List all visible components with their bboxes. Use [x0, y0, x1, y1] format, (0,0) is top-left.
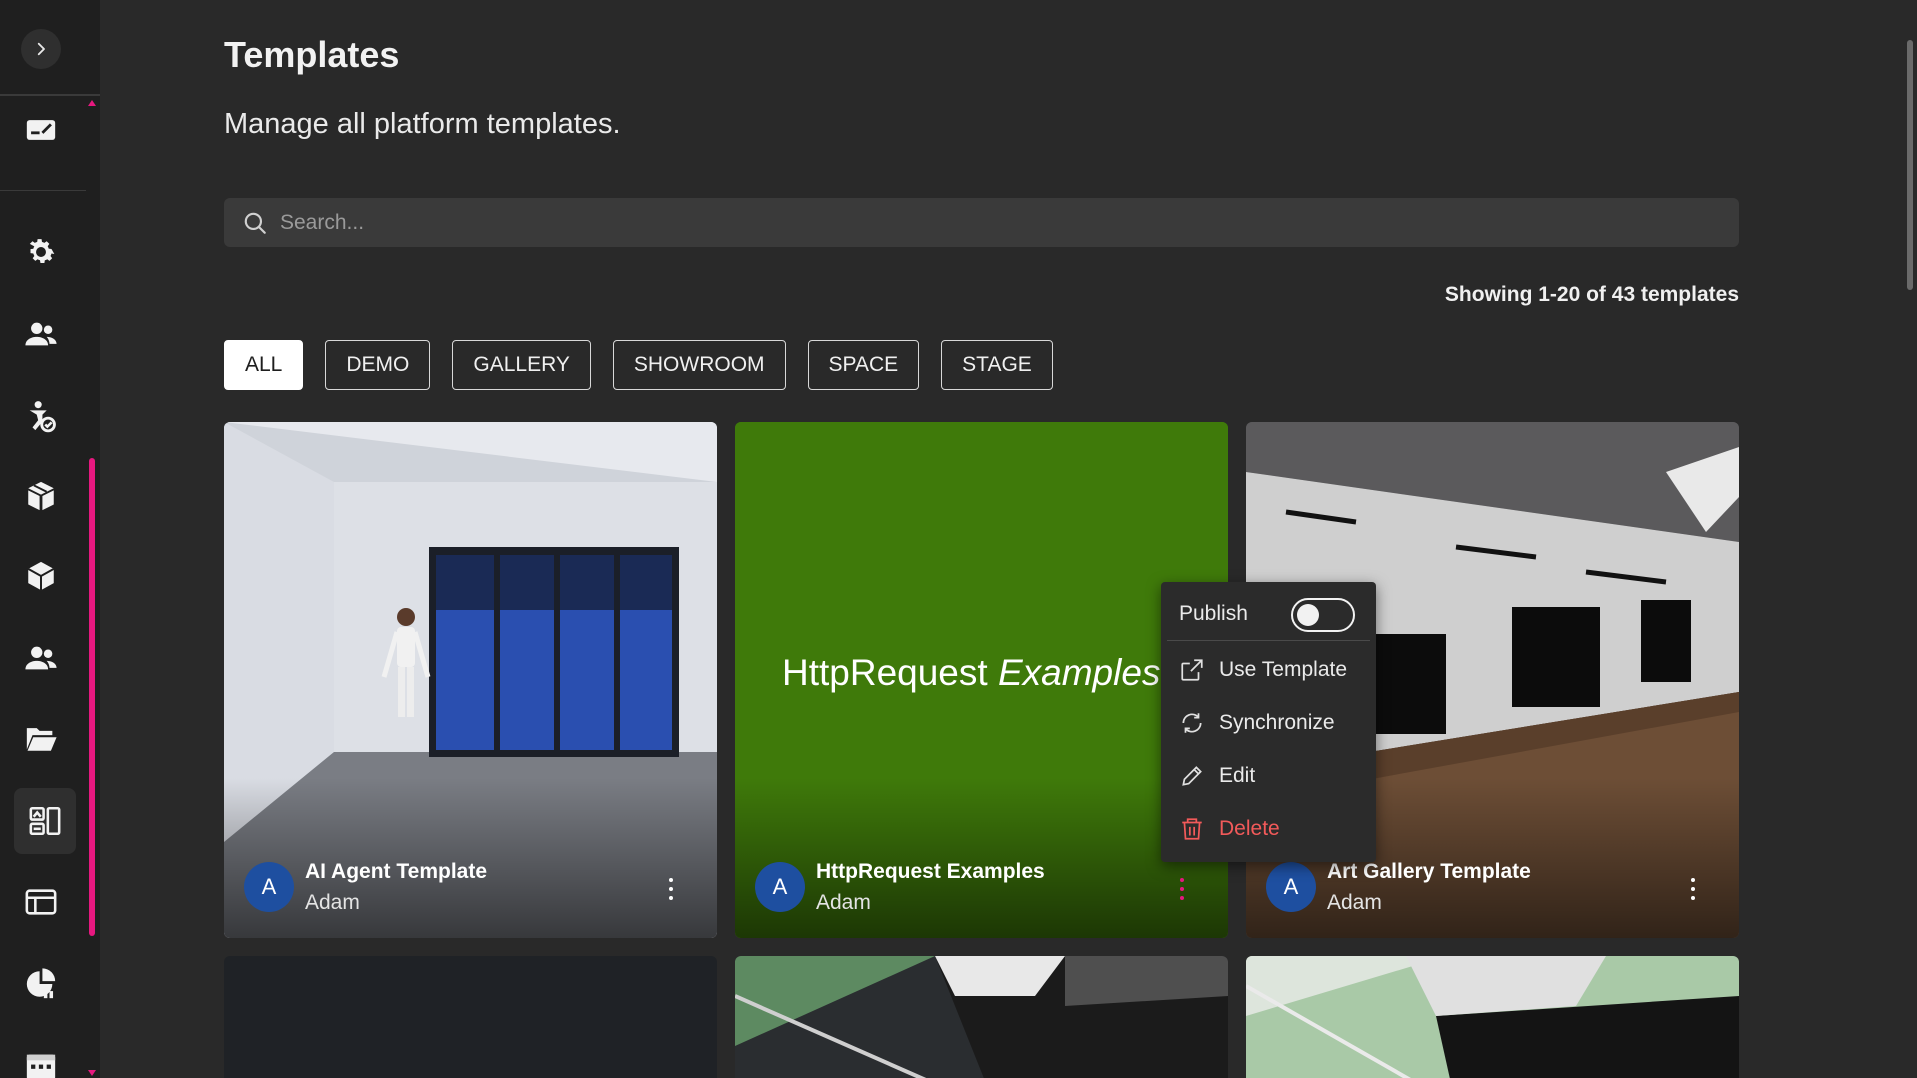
pencil-icon	[1182, 766, 1202, 786]
users-icon	[25, 322, 57, 346]
card-more-button[interactable]	[659, 874, 683, 904]
template-context-menu: Publish Use Template Synchronize Edit De…	[1161, 582, 1376, 862]
sidebar-scrollbar[interactable]	[89, 458, 95, 936]
sidebar-scroll-up-icon[interactable]	[88, 100, 96, 106]
thumbnail-title: HttpRequest Examples	[782, 652, 1161, 693]
template-card[interactable]	[1246, 956, 1739, 1078]
template-author: Adam	[305, 891, 360, 914]
sidebar-item-accessibility[interactable]	[21, 396, 61, 436]
search-input[interactable]	[280, 210, 1680, 235]
menu-item-label: Use Template	[1219, 658, 1348, 681]
template-card[interactable]	[224, 956, 717, 1078]
sidebar-item-templates[interactable]	[14, 788, 76, 854]
menu-item-synchronize[interactable]: Synchronize	[1179, 710, 1335, 736]
sidebar-item-calendar[interactable]	[21, 1046, 61, 1078]
filter-space[interactable]: SPACE	[807, 340, 920, 390]
search-icon	[244, 212, 266, 234]
trash-icon	[1182, 818, 1202, 840]
boxes-icon	[28, 481, 54, 511]
filter-chips: ALL DEMO GALLERY SHOWROOM SPACE STAGE	[224, 340, 1053, 390]
accessibility-icon	[29, 401, 56, 433]
menu-item-label: Delete	[1219, 817, 1280, 840]
card-footer-shade	[735, 778, 1228, 938]
card-more-button[interactable]	[1681, 874, 1705, 904]
page-title: Templates	[224, 34, 400, 75]
filter-showroom[interactable]: SHOWROOM	[612, 340, 786, 390]
sidebar-item-dashboard[interactable]	[21, 110, 61, 150]
menu-item-label: Edit	[1219, 764, 1256, 787]
publish-label: Publish	[1179, 602, 1248, 625]
sidebar	[0, 0, 100, 1078]
sync-icon	[1182, 713, 1202, 733]
template-author: Adam	[816, 891, 871, 914]
avatar: A	[1266, 862, 1316, 912]
sidebar-header	[0, 0, 100, 96]
group-icon	[25, 646, 57, 670]
page-scrollbar[interactable]	[1907, 40, 1913, 290]
gear-icon	[29, 239, 55, 264]
avatar: A	[755, 862, 805, 912]
menu-item-edit[interactable]: Edit	[1179, 763, 1255, 789]
sidebar-expand-button[interactable]	[21, 29, 61, 69]
sidebar-item-files[interactable]	[21, 718, 61, 758]
template-card[interactable]	[735, 956, 1228, 1078]
template-name: Art Gallery Template	[1327, 860, 1531, 883]
template-author: Adam	[1327, 891, 1382, 914]
menu-item-delete[interactable]: Delete	[1179, 816, 1280, 842]
template-name: AI Agent Template	[305, 860, 488, 883]
menu-item-label: Synchronize	[1219, 711, 1335, 734]
sidebar-scroll-down-icon[interactable]	[88, 1070, 96, 1076]
template-card[interactable]: A AI Agent Template Adam	[224, 422, 717, 938]
sidebar-item-groups[interactable]	[21, 638, 61, 678]
app-root: Templates Manage all platform templates.…	[0, 0, 1917, 1078]
card-more-button[interactable]	[1170, 874, 1194, 904]
avatar: A	[244, 862, 294, 912]
sidebar-item-layout[interactable]	[21, 882, 61, 922]
folder-open-icon	[26, 728, 57, 751]
page-subtitle: Manage all platform templates.	[224, 108, 621, 140]
filter-gallery[interactable]: GALLERY	[452, 340, 591, 390]
filter-demo[interactable]: DEMO	[325, 340, 431, 390]
dashboard-card-icon	[26, 120, 56, 140]
sidebar-item-cube[interactable]	[21, 556, 61, 596]
card-footer-shade	[224, 778, 717, 938]
filter-stage[interactable]: STAGE	[941, 340, 1053, 390]
sidebar-divider	[0, 190, 86, 191]
sidebar-item-analytics[interactable]	[21, 964, 61, 1004]
results-count: Showing 1-20 of 43 templates	[1444, 283, 1739, 306]
layout-icon	[25, 889, 57, 915]
calendar-icon	[26, 1054, 56, 1078]
sidebar-item-settings[interactable]	[21, 232, 61, 272]
publish-toggle[interactable]	[1291, 598, 1355, 632]
filter-all[interactable]: ALL	[224, 340, 304, 390]
templates-icon	[29, 806, 61, 836]
toggle-knob	[1297, 604, 1319, 626]
cube-icon	[27, 561, 55, 591]
menu-divider	[1167, 640, 1370, 641]
sidebar-item-boxes[interactable]	[21, 476, 61, 516]
menu-item-use-template[interactable]: Use Template	[1179, 657, 1347, 683]
search-bar[interactable]	[224, 198, 1739, 247]
publish-row: Publish	[1179, 602, 1248, 626]
analytics-icon	[26, 968, 56, 999]
external-link-icon	[1181, 659, 1203, 681]
chevron-right-icon	[37, 42, 45, 56]
template-card[interactable]: HttpRequest Examples A HttpRequest Examp…	[735, 422, 1228, 938]
sidebar-item-users[interactable]	[21, 314, 61, 354]
template-name: HttpRequest Examples	[816, 860, 1045, 883]
